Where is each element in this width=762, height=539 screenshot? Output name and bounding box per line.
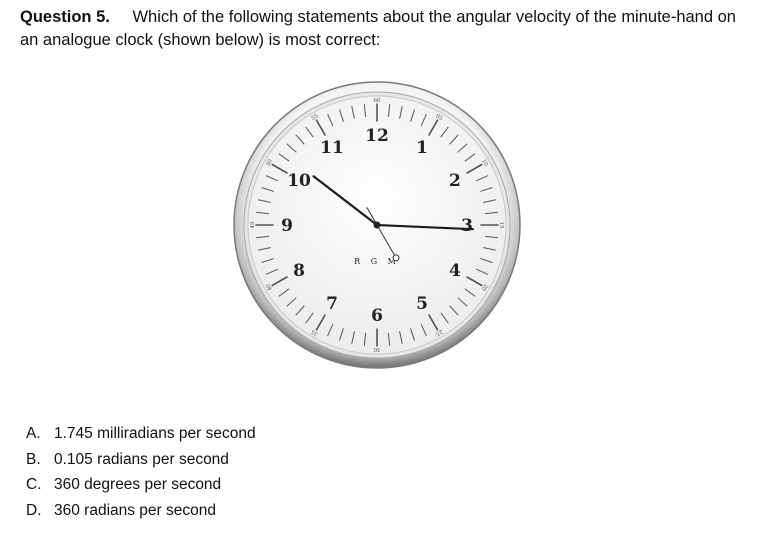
option-b[interactable]: B. 0.105 radians per second — [26, 447, 256, 473]
minute-label: 45 — [250, 221, 256, 228]
clock-face: 600510152025303540455055 121234567891011… — [233, 81, 521, 369]
question-text-block: Question 5. Which of the following state… — [20, 6, 750, 52]
option-text: 0.105 radians per second — [54, 450, 229, 468]
hour-numeral: 2 — [449, 171, 461, 191]
hour-numeral: 4 — [449, 261, 461, 281]
option-letter: C. — [26, 476, 42, 493]
option-d[interactable]: D. 360 radians per second — [26, 498, 256, 524]
hour-numeral: 6 — [371, 306, 383, 326]
hour-numeral: 3 — [461, 216, 473, 236]
center-cap — [373, 221, 381, 229]
hour-numeral: 10 — [287, 171, 311, 191]
hour-numeral: 11 — [320, 138, 344, 158]
option-text: 360 degrees per second — [54, 476, 222, 493]
question-number: Question 5. — [20, 8, 110, 26]
option-text: 360 radians per second — [54, 501, 217, 519]
option-a[interactable]: A. 1.745 milliradians per second — [26, 421, 256, 447]
answer-options: A. 1.745 milliradians per second B. 0.105 … — [26, 421, 256, 523]
hour-numeral: 8 — [293, 261, 305, 281]
option-letter: D. — [26, 501, 42, 519]
question-prompt: Which of the following statements about … — [20, 8, 736, 49]
minute-label: 15 — [498, 222, 504, 229]
minute-label: 30 — [373, 346, 380, 352]
hour-numeral: 12 — [365, 126, 389, 146]
option-c[interactable]: C. 360 degrees per second — [26, 472, 256, 498]
minute-label: 60 — [374, 98, 381, 104]
option-letter: B. — [26, 450, 41, 468]
hour-numeral: 7 — [326, 294, 338, 314]
hour-numeral: 5 — [416, 294, 428, 314]
hour-numeral: 1 — [416, 138, 428, 158]
clock-image: 60 05 10 15 20 25 30 35 40 45 50 55 12 1 2 3 4 5 6 7 8 9 10 11… — [232, 80, 522, 370]
option-text: 1.745 milliradians per second — [54, 425, 256, 442]
hour-numeral: 9 — [281, 216, 293, 236]
option-letter: A. — [26, 425, 41, 442]
second-hand-tip — [392, 254, 400, 262]
